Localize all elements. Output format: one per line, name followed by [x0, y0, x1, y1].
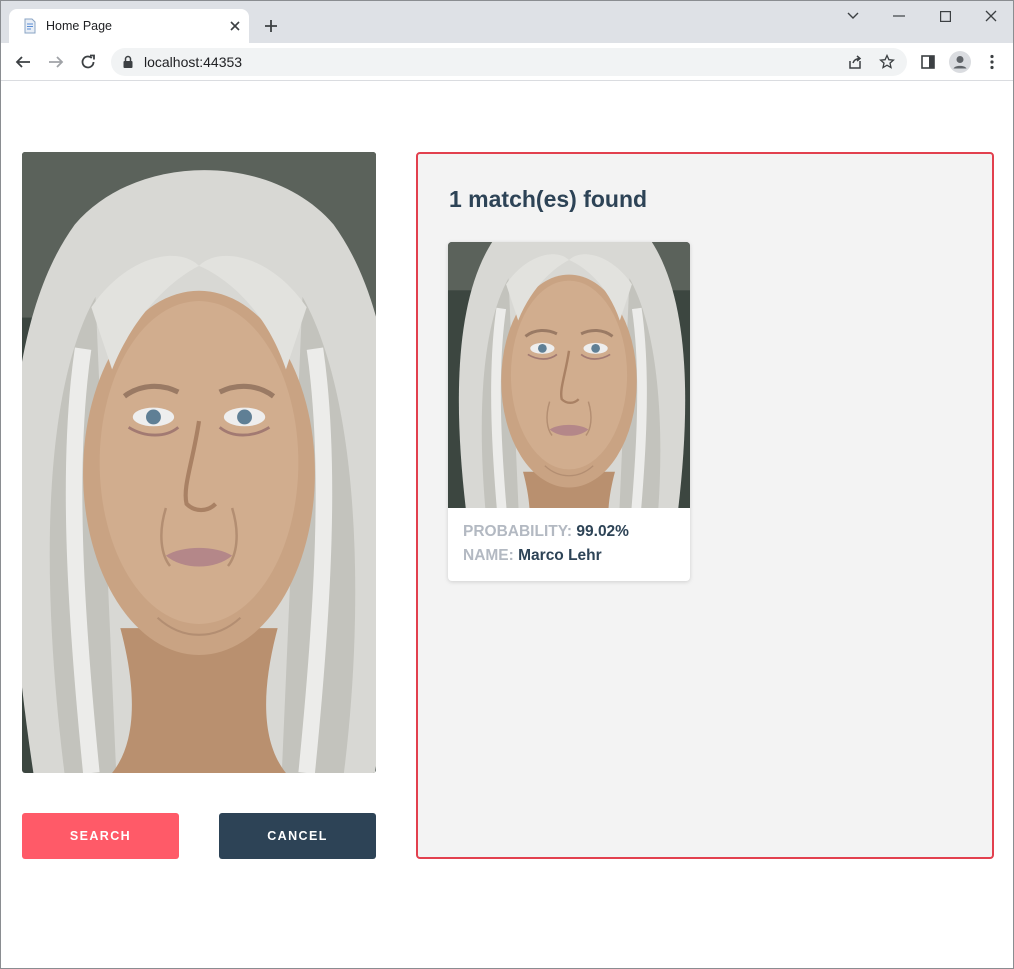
name-value: Marco Lehr: [518, 547, 602, 564]
results-panel: 1 match(es) found PROBABILITY: 99.02% NA…: [416, 152, 994, 859]
name-label: NAME:: [463, 547, 514, 564]
reload-icon[interactable]: [75, 49, 101, 75]
query-photo: [22, 152, 376, 773]
tab-strip: Home Page: [1, 1, 1013, 43]
maximize-icon[interactable]: [922, 1, 968, 31]
results-title: 1 match(es) found: [449, 186, 648, 212]
side-panel-icon[interactable]: [915, 49, 941, 75]
document-icon: [22, 18, 38, 34]
name-row: NAME: Marco Lehr: [463, 547, 602, 565]
address-bar[interactable]: localhost:44353: [111, 48, 907, 76]
chevron-down-icon[interactable]: [830, 1, 876, 31]
back-arrow-icon[interactable]: [10, 49, 36, 75]
tab-home-page[interactable]: Home Page: [9, 9, 249, 43]
browser-window: Home Page localhost:44353 SEARCH CANCEL …: [0, 0, 1014, 969]
probability-label: PROBABILITY:: [463, 523, 573, 540]
probability-value: 99.02%: [576, 523, 629, 540]
search-button[interactable]: SEARCH: [22, 813, 179, 859]
more-vert-icon[interactable]: [979, 49, 1005, 75]
plus-icon[interactable]: [260, 15, 282, 37]
close-icon[interactable]: [226, 17, 244, 35]
tab-title: Home Page: [46, 19, 113, 33]
page-content: SEARCH CANCEL 1 match(es) found PROBABIL…: [1, 82, 1013, 968]
match-card[interactable]: PROBABILITY: 99.02% NAME: Marco Lehr: [448, 242, 690, 581]
cancel-button[interactable]: CANCEL: [219, 813, 376, 859]
url-text[interactable]: localhost:44353: [144, 54, 242, 70]
close-icon[interactable]: [968, 1, 1013, 31]
lock-icon[interactable]: [122, 55, 134, 69]
minimize-icon[interactable]: [876, 1, 922, 31]
query-face-image: [22, 152, 376, 773]
forward-arrow-icon[interactable]: [43, 49, 69, 75]
match-photo: [448, 242, 690, 508]
profile-icon[interactable]: [947, 49, 973, 75]
match-face-image: [448, 242, 690, 508]
browser-toolbar: localhost:44353: [1, 43, 1013, 81]
share-icon[interactable]: [845, 52, 865, 72]
star-icon[interactable]: [877, 52, 897, 72]
probability-row: PROBABILITY: 99.02%: [463, 523, 629, 541]
